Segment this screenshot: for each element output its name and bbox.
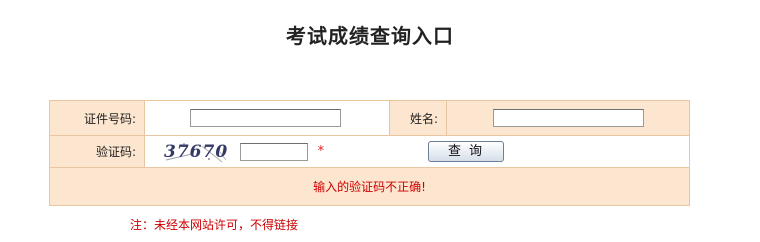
id-number-cell — [144, 100, 390, 136]
name-label: 姓名: — [389, 100, 447, 136]
form-row-identity: 证件号码: 姓名: — [49, 100, 690, 136]
captcha-image[interactable]: 37670 — [162, 140, 228, 164]
captcha-cell: 37670 * 查询 — [144, 135, 690, 168]
id-number-label: 证件号码: — [49, 100, 145, 136]
form-row-message: 输入的验证码不正确! — [49, 167, 690, 206]
page-title: 考试成绩查询入口 — [286, 24, 454, 48]
name-cell — [446, 100, 690, 136]
captcha-input[interactable] — [239, 142, 308, 161]
captcha-text: 37670 — [164, 141, 229, 162]
form-row-captcha: 验证码: 37670 * 查询 — [49, 135, 690, 168]
name-input[interactable] — [493, 109, 644, 127]
footer-note: 注：未经本网站许可，不得链接 — [130, 218, 299, 232]
error-message: 输入的验证码不正确! — [49, 167, 690, 206]
required-mark: * — [317, 144, 325, 159]
query-form: 证件号码: 姓名: 验证码: 37670 * 查询 输入的验证码不正确! — [49, 100, 690, 206]
captcha-label: 验证码: — [49, 135, 145, 168]
query-button[interactable]: 查询 — [427, 141, 504, 162]
id-number-input[interactable] — [190, 109, 341, 127]
